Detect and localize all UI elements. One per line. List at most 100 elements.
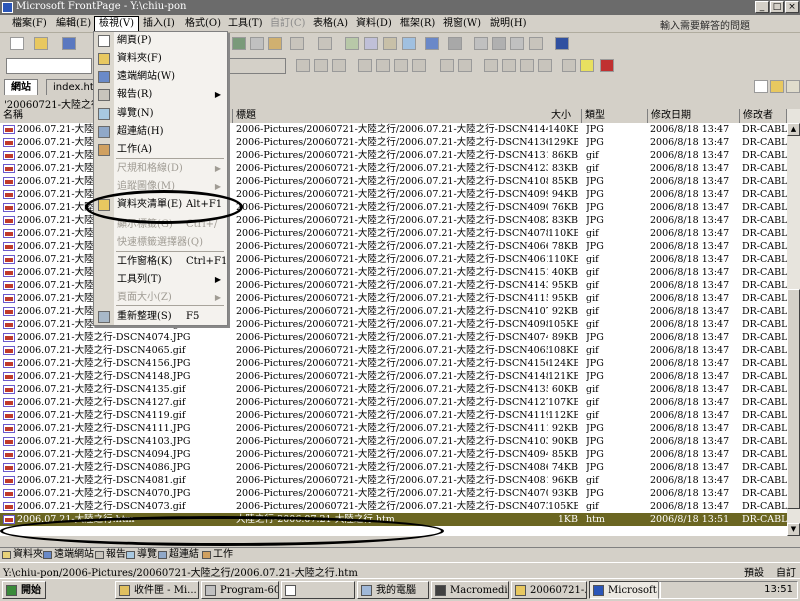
column-modified-by[interactable]: 修改者 [740,109,787,123]
save-icon[interactable] [62,37,76,50]
vertical-scrollbar[interactable]: ▲ ▼ [787,109,800,536]
justify-icon[interactable] [412,59,426,72]
italic-icon[interactable] [314,59,328,72]
web-component-icon[interactable] [345,37,359,50]
close-button[interactable]: × [785,1,799,13]
stop-icon[interactable] [492,37,506,50]
file-row[interactable]: 2006.07.21-大陸之行-DSCN4074.JPG 2006-Picture… [0,331,787,344]
font-size-combo[interactable] [226,58,286,74]
file-row[interactable]: 2006.07.21-大陸之行-DSCN4103.JPG 2006-Picture… [0,435,787,448]
minimize-button[interactable]: _ [755,1,769,13]
file-row[interactable]: 2006.07.21-大陸之行-DSCN4081.gif 2006-Picture… [0,474,787,487]
taskbar-inbox[interactable]: 收件匣 - Mi... [115,581,199,599]
insert-picture-icon[interactable] [402,37,416,50]
view-hyperlinks-button[interactable]: 超連結 [158,548,199,562]
taskbar-blank-window[interactable] [281,581,355,599]
column-type[interactable]: 類型 [582,109,648,123]
menu-custom[interactable]: 自訂(C) [266,16,309,31]
anchor-icon[interactable] [529,37,543,50]
help-icon[interactable] [555,37,569,50]
file-row[interactable]: 2006.07.21-大陸之行-DSCN4111.JPG 2006-Picture… [0,422,787,435]
view-menu-item[interactable]: 資料夾清單(E) Alt+F1 [94,196,227,214]
increase-font-icon[interactable] [440,59,454,72]
column-title[interactable]: 標題 [233,109,582,123]
maximize-button[interactable]: □ [770,1,784,13]
align-center-icon[interactable] [376,59,390,72]
view-menu-item[interactable]: 尺規和格線(D) ▶ [94,160,227,178]
file-row[interactable]: 2006.07.21-大陸之行-DSCN4073.gif 2006-Picture… [0,500,787,513]
refresh-toolbar-icon[interactable] [474,37,488,50]
align-left-icon[interactable] [358,59,372,72]
style-combo[interactable] [6,58,92,74]
hyperlink-icon[interactable] [448,37,462,50]
column-modified-date[interactable]: 修改日期 [648,109,740,123]
new-folder-icon[interactable] [770,80,784,93]
open-icon[interactable] [34,37,48,50]
menu-tools[interactable]: 工具(T) [224,16,266,31]
view-menu-item[interactable]: 重新整理(S) F5 [94,308,227,326]
file-row[interactable]: 2006.07.21-大陸之行-DSCN4086.JPG 2006-Picture… [0,461,787,474]
title-bar[interactable]: Microsoft FrontPage - Y:\chiu-pon _ □ × [0,0,800,15]
new-page-small-icon[interactable] [754,80,768,93]
view-menu-item[interactable]: 追蹤圖像(M) ▶ [94,178,227,196]
cut-icon[interactable] [232,37,246,50]
tab-website[interactable]: 網站 [4,79,38,95]
file-row[interactable]: 2006.07.21-大陸之行.htm 大陸之行-2006.07.21-大陸之行.… [0,513,787,526]
undo-icon[interactable] [290,37,304,50]
file-row[interactable]: 2006.07.21-大陸之行-DSCN4119.gif 2006-Picture… [0,409,787,422]
clock[interactable]: 13:51 [764,584,793,595]
file-row[interactable]: 2006.07.21-大陸之行-DSCN4148.JPG 2006-Picture… [0,370,787,383]
align-right-icon[interactable] [394,59,408,72]
view-menu-item[interactable]: 工作窗格(K) Ctrl+F1 [94,253,227,271]
taskbar-my-computer[interactable]: 我的電腦 [357,581,429,599]
bold-icon[interactable] [296,59,310,72]
view-folders-button[interactable]: 資料夾 [2,548,43,562]
menu-data[interactable]: 資料(D) [352,16,396,31]
view-menu-item[interactable]: 工具列(T) ▶ [94,271,227,289]
menu-help[interactable]: 說明(H) [486,16,531,31]
taskbar-frontpage[interactable]: Microsoft Fr... [589,581,661,599]
file-row[interactable]: 2006.07.21-大陸之行-DSCN4135.gif 2006-Picture… [0,383,787,396]
underline-icon[interactable] [332,59,346,72]
view-remote-site-button[interactable]: 遠端網站 [43,548,94,562]
highlight-color-icon[interactable] [580,59,594,72]
menu-table[interactable]: 表格(A) [309,16,352,31]
file-row[interactable]: 2006.07.21-大陸之行-DSCN4065.gif 2006-Picture… [0,344,787,357]
menu-frames[interactable]: 框架(R) [396,16,439,31]
file-row[interactable]: 2006.07.21-大陸之行-DSCN4094.JPG 2006-Picture… [0,448,787,461]
view-menu-item[interactable]: 資料夾(F) [94,50,227,68]
taskbar-macromedia[interactable]: Macromedia... [431,581,509,599]
menu-file[interactable]: 檔案(F) [8,16,51,31]
file-row[interactable]: 2006.07.21-大陸之行-DSCN4070.JPG 2006-Picture… [0,487,787,500]
menu-edit[interactable]: 編輯(E) [52,16,95,31]
font-color-icon[interactable] [600,59,614,72]
paste-icon[interactable] [268,37,282,50]
file-row[interactable]: 2006.07.21-大陸之行-DSCN4156.JPG 2006-Picture… [0,357,787,370]
decrease-font-icon[interactable] [458,59,472,72]
show-all-icon[interactable] [510,37,524,50]
view-menu-item[interactable]: 網頁(P) [94,32,227,50]
menu-window[interactable]: 視窗(W) [439,16,485,31]
copy-icon[interactable] [250,37,264,50]
scroll-down-button[interactable]: ▼ [787,523,800,536]
start-button[interactable]: 開始 [2,581,46,599]
insert-table-icon[interactable] [364,37,378,50]
new-page-icon[interactable] [10,37,24,50]
ask-question-box[interactable]: 輸入需要解答的問題 [660,17,750,32]
insert-layer-icon[interactable] [383,37,397,50]
menu-format[interactable]: 格式(O) [181,16,225,31]
bullets-icon[interactable] [502,59,516,72]
numbering-icon[interactable] [484,59,498,72]
view-menu-item[interactable]: 遠端網站(W) [94,68,227,86]
taskbar-folder[interactable]: 20060721-... [511,581,587,599]
column-size[interactable]: 大小 [548,109,582,123]
view-menu-item[interactable]: 快速標籤選擇器(Q) [94,234,227,252]
view-tasks-button[interactable]: 工作 [202,548,233,562]
taskbar-program[interactable]: Program-60... [201,581,279,599]
scroll-thumb[interactable] [787,289,800,509]
view-navigation-button[interactable]: 導覽 [126,548,157,562]
up-folder-icon[interactable] [786,80,800,93]
frontpage-app-icon[interactable] [2,2,13,13]
redo-icon[interactable] [318,37,332,50]
drawing-icon[interactable] [425,37,439,50]
